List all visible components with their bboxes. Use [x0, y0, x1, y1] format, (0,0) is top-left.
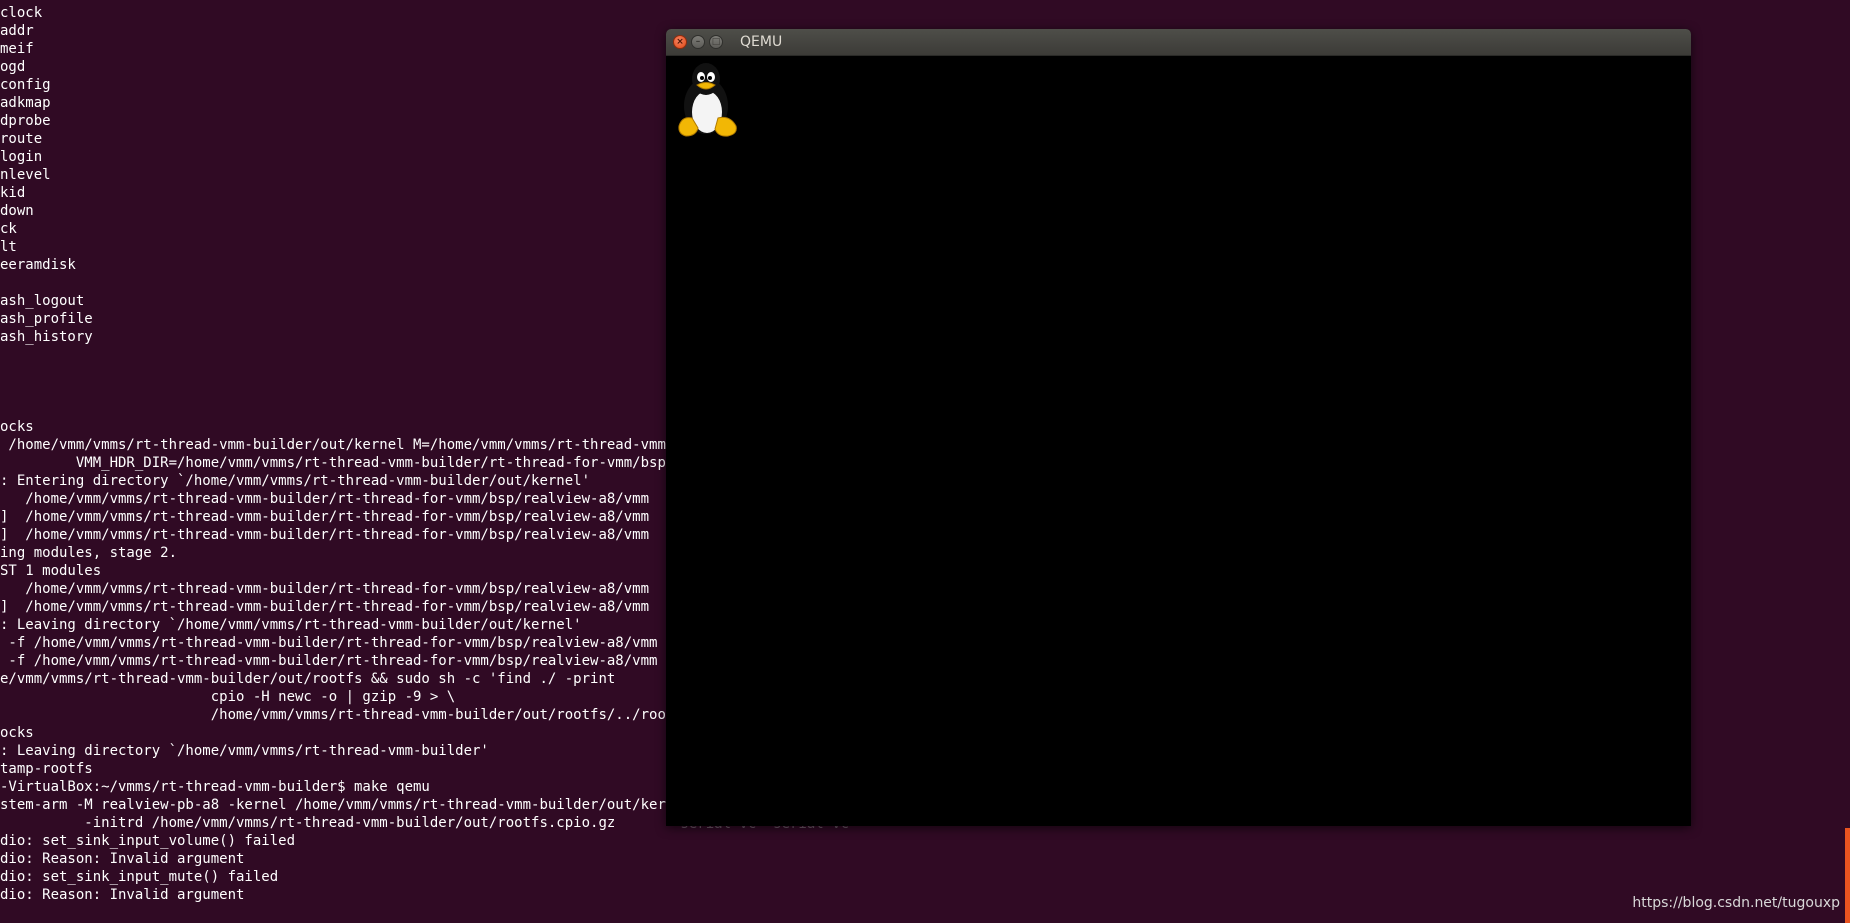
- terminal-line: ash_logout: [0, 293, 85, 309]
- terminal-line: : Leaving directory `/home/vmm/vmms/rt-t…: [0, 617, 582, 633]
- maximize-button[interactable]: □: [709, 35, 723, 49]
- terminal-line: down: [0, 203, 34, 219]
- terminal-line: ing modules, stage 2.: [0, 545, 178, 561]
- watermark-url: https://blog.csdn.net/tugouxp: [1632, 895, 1840, 911]
- qemu-display[interactable]: [666, 56, 1691, 826]
- tux-penguin-logo: [678, 63, 737, 137]
- terminal-line: : Entering directory `/home/vmm/vmms/rt-…: [0, 473, 591, 489]
- terminal-line: ck: [0, 221, 17, 237]
- terminal-line: nlevel: [0, 167, 51, 183]
- terminal-line: -f /home/vmm/vmms/rt-thread-vmm-builder/…: [0, 635, 658, 651]
- terminal-line: ogd: [0, 59, 26, 75]
- terminal-line: ocks: [0, 419, 34, 435]
- terminal-line: clock: [0, 5, 43, 21]
- terminal-line: route: [0, 131, 43, 147]
- terminal-line: : Leaving directory `/home/vmm/vmms/rt-t…: [0, 743, 489, 759]
- terminal-line: adkmap: [0, 95, 51, 111]
- maximize-icon: □: [711, 37, 721, 47]
- window-title: QEMU: [740, 34, 783, 50]
- terminal-line: /home/vmm/vmms/rt-thread-vmm-builder/rt-…: [0, 581, 650, 597]
- terminal-line: /home/vmm/vmms/rt-thread-vmm-builder/out…: [0, 707, 768, 723]
- terminal-line: VMM_HDR_DIR=/home/vmm/vmms/rt-thread-vmm…: [0, 455, 768, 471]
- terminal-line: tamp-rootfs: [0, 761, 93, 777]
- terminal-line: -VirtualBox:~/vmms/rt-thread-vmm-builder…: [0, 779, 430, 795]
- terminal-line: eeramdisk: [0, 257, 76, 273]
- terminal-scrollbar[interactable]: [1845, 828, 1850, 923]
- terminal-line: ash_history: [0, 329, 93, 345]
- terminal-line: /home/vmm/vmms/rt-thread-vmm-builder/rt-…: [0, 491, 650, 507]
- terminal-line: -f /home/vmm/vmms/rt-thread-vmm-builder/…: [0, 653, 658, 669]
- terminal-line: ] /home/vmm/vmms/rt-thread-vmm-builder/r…: [0, 599, 650, 615]
- terminal-line: kid: [0, 185, 26, 201]
- terminal-line: meif: [0, 41, 34, 57]
- terminal-line: ] /home/vmm/vmms/rt-thread-vmm-builder/r…: [0, 509, 650, 525]
- terminal-line: lt: [0, 239, 17, 255]
- qemu-titlebar[interactable]: × – □ QEMU: [666, 29, 1691, 56]
- terminal-line: addr: [0, 23, 34, 39]
- terminal-line: ST 1 modules: [0, 563, 102, 579]
- terminal-line: dio: set_sink_input_mute() failed: [0, 869, 279, 885]
- screen: clock addr meif ogd config adkmap dprobe route l…: [0, 0, 1850, 923]
- minimize-icon: –: [695, 37, 701, 47]
- terminal-line: ocks: [0, 725, 34, 741]
- terminal-line: dio: set_sink_input_volume() failed: [0, 833, 296, 849]
- terminal-line: dprobe: [0, 113, 51, 129]
- qemu-window[interactable]: × – □ QEMU: [666, 29, 1691, 826]
- minimize-button[interactable]: –: [691, 35, 705, 49]
- terminal-line: config: [0, 77, 51, 93]
- terminal-line: ] /home/vmm/vmms/rt-thread-vmm-builder/r…: [0, 527, 650, 543]
- terminal-line: ash_profile: [0, 311, 93, 327]
- terminal-line: -initrd /home/vmm/vmms/rt-thread-vmm-bui…: [0, 815, 624, 831]
- terminal-line: cpio -H newc -o | gzip -9 > \: [0, 689, 456, 705]
- terminal-line: dio: Reason: Invalid argument: [0, 851, 245, 867]
- terminal-line: dio: Reason: Invalid argument: [0, 887, 245, 903]
- close-icon: ×: [676, 37, 684, 47]
- terminal-line: e/vmm/vmms/rt-thread-vmm-builder/out/roo…: [0, 671, 616, 687]
- close-button[interactable]: ×: [673, 35, 687, 49]
- terminal-line: login: [0, 149, 43, 165]
